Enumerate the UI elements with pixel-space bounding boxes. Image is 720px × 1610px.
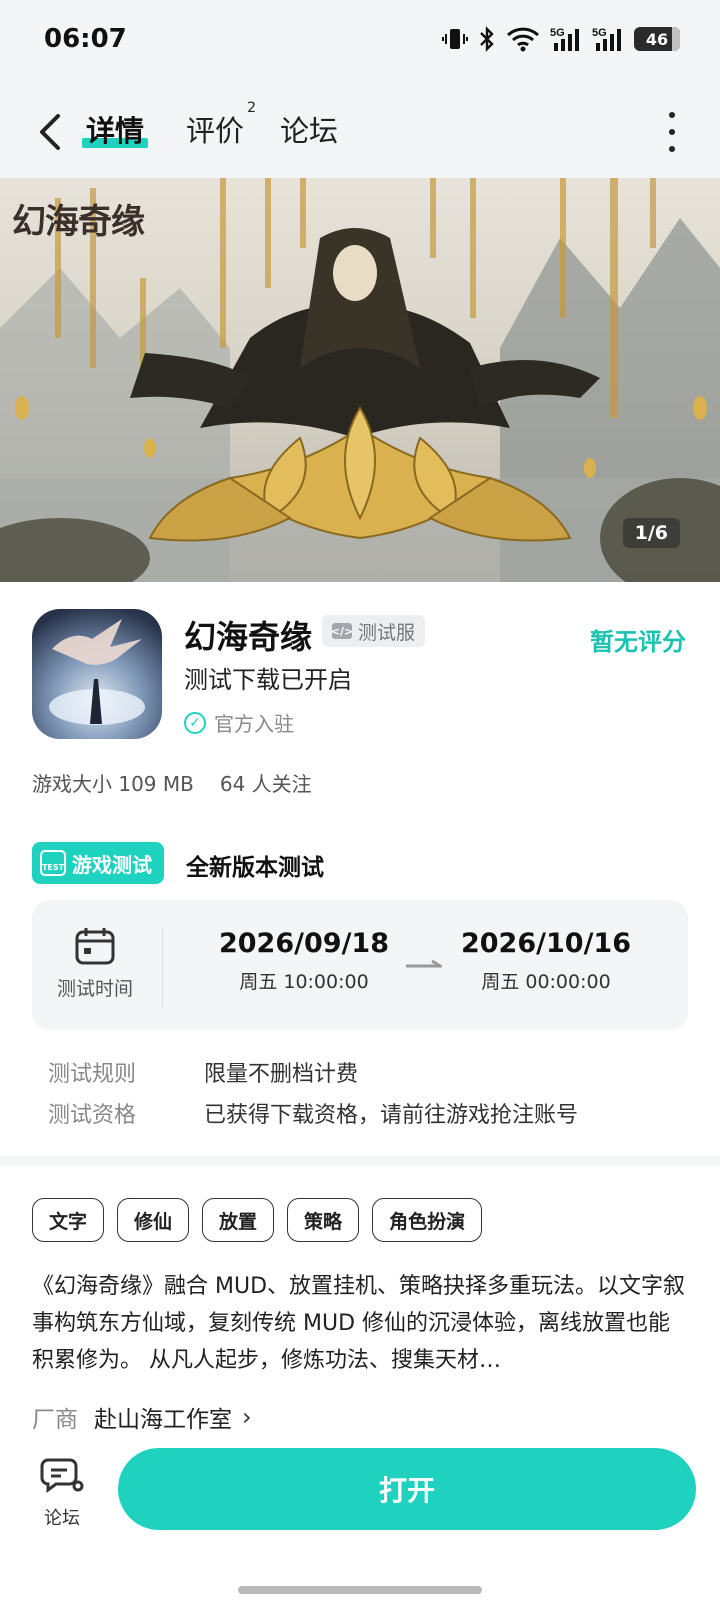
start-time: 周五 10:00:00 bbox=[239, 971, 369, 993]
battery-icon: 46 bbox=[634, 27, 680, 51]
vibrate-icon bbox=[442, 29, 468, 49]
arrow-right-icon bbox=[406, 960, 442, 968]
svg-text:5G: 5G bbox=[550, 27, 565, 39]
tab-review[interactable]: 评价 2 bbox=[186, 100, 256, 150]
status-bar: 06:07 5G 5G 46 bbox=[0, 0, 720, 86]
rating-text: 暂无评分 bbox=[590, 628, 686, 656]
rule-row: 测试资格 已获得下载资格，请前往游戏抢注账号 bbox=[48, 1103, 579, 1128]
end-date-block: 2026/10/16 周五 00:00:00 bbox=[446, 928, 646, 994]
game-test-tag: TEST 游戏测试 bbox=[32, 842, 164, 884]
home-indicator[interactable] bbox=[238, 1586, 482, 1594]
app-meta: 游戏大小 109 MB 64 人关注 bbox=[32, 768, 312, 797]
tab-forum[interactable]: 论坛 bbox=[280, 108, 338, 150]
header: 详情 评价 2 论坛 bbox=[0, 86, 720, 178]
tag-rpg[interactable]: 角色扮演 bbox=[372, 1198, 483, 1242]
banner-game-logo: 幻海奇缘 bbox=[12, 202, 145, 242]
svg-text:5G: 5G bbox=[592, 27, 607, 39]
test-icon: TEST bbox=[40, 850, 66, 876]
end-date: 2026/10/16 bbox=[460, 928, 631, 959]
end-time: 周五 00:00:00 bbox=[481, 971, 611, 993]
back-icon[interactable] bbox=[30, 108, 70, 156]
tag-text[interactable]: 文字 bbox=[32, 1198, 105, 1242]
start-date: 2026/09/18 bbox=[218, 928, 389, 959]
wifi-icon bbox=[506, 27, 540, 52]
tab-detail[interactable]: 详情 bbox=[82, 108, 149, 150]
test-server-badge: </> 测试服 bbox=[322, 615, 426, 647]
banner-page-counter: 1/6 bbox=[622, 518, 680, 548]
tag-strategy[interactable]: 策略 bbox=[287, 1198, 360, 1242]
app-icon bbox=[32, 609, 162, 739]
open-button[interactable]: 打开 bbox=[118, 1448, 696, 1530]
check-circle-icon: ✓ bbox=[184, 711, 206, 734]
calendar-icon bbox=[75, 928, 115, 965]
tag-cultivation[interactable]: 修仙 bbox=[117, 1198, 190, 1242]
test-title: 全新版本测试 bbox=[186, 855, 324, 881]
start-date-block: 2026/09/18 周五 10:00:00 bbox=[204, 928, 404, 994]
section-separator bbox=[0, 1156, 720, 1166]
code-icon: </> bbox=[330, 623, 354, 639]
app-icon-artwork bbox=[49, 619, 145, 725]
more-options-icon[interactable] bbox=[666, 112, 678, 152]
review-count-badge: 2 bbox=[247, 100, 257, 116]
test-time-card: 测试时间 2026/09/18 周五 10:00:00 2026/10/16 周… bbox=[32, 900, 688, 1030]
battery-level: 46 bbox=[645, 29, 669, 49]
forum-button[interactable]: 论坛 bbox=[36, 1456, 88, 1530]
vendor-label: 厂商 bbox=[32, 1407, 78, 1433]
tag-idle[interactable]: 放置 bbox=[202, 1198, 275, 1242]
forum-icon bbox=[40, 1458, 84, 1493]
app-name: 幻海奇缘 bbox=[184, 618, 313, 656]
genre-tags: 文字 修仙 放置 策略 角色扮演 bbox=[32, 1198, 483, 1242]
divider bbox=[162, 926, 163, 1006]
signal-5g-icon: 5G bbox=[592, 27, 621, 51]
test-rules: 测试规则 限量不删档计费 测试资格 已获得下载资格，请前往游戏抢注账号 bbox=[48, 1054, 578, 1136]
rule-row: 测试规则 限量不删档计费 bbox=[48, 1062, 359, 1087]
game-size: 游戏大小 109 MB bbox=[32, 772, 194, 796]
followers-count: 64 人关注 bbox=[219, 772, 312, 796]
bluetooth-icon bbox=[480, 26, 494, 52]
app-subtitle: 测试下载已开启 bbox=[184, 666, 352, 694]
test-time-label: 测试时间 bbox=[56, 978, 133, 1000]
banner-carousel[interactable]: 幻海奇缘 1/6 bbox=[0, 178, 720, 582]
game-description[interactable]: 《幻海奇缘》融合 MUD、放置挂机、策略抉择多重玩法。以文字叙事构筑东方仙域，复… bbox=[32, 1268, 688, 1379]
chevron-right-icon: › bbox=[242, 1403, 252, 1431]
official-badge: ✓ 官方入驻 bbox=[184, 708, 294, 737]
status-time: 06:07 bbox=[44, 24, 127, 54]
vendor-name[interactable]: 赴山海工作室 bbox=[94, 1400, 232, 1434]
vendor-row[interactable]: 厂商 赴山海工作室 › bbox=[32, 1400, 252, 1434]
status-icons: 5G 5G 46 bbox=[442, 26, 680, 52]
signal-5g-icon: 5G bbox=[550, 27, 579, 51]
